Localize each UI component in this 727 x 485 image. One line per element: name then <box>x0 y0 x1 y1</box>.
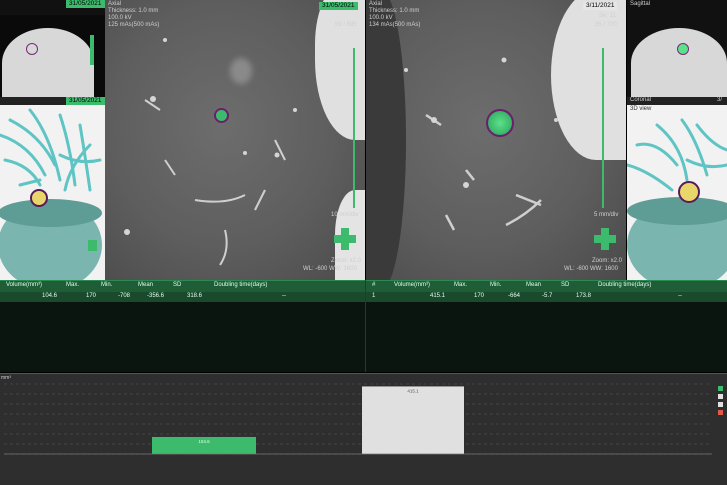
col-volume: Volume(mm³) <box>6 282 43 288</box>
left-table-header: Volume(mm³) Max. Min. Mean SD Doubling t… <box>0 280 365 292</box>
data-label: 104.6 <box>198 439 210 444</box>
lung-vessels <box>404 57 558 231</box>
nodule-marker-icon[interactable] <box>214 108 229 123</box>
slice-index: 59 / 595 <box>335 22 357 28</box>
legend-swatch <box>718 394 723 399</box>
table-row[interactable]: 104.6 170 -708 -356.6 318.6 -- <box>0 292 365 302</box>
legend-swatch <box>718 402 723 407</box>
orientation-cube-icon[interactable] <box>594 228 616 250</box>
view-title: Axial <box>108 1 122 7</box>
table-row[interactable]: 1 415.1 170 -664 -5.7 173.8 -- <box>366 292 727 302</box>
col-doubling: Doubling time(days) <box>598 282 652 288</box>
col-sd: SD <box>561 282 570 288</box>
orientation-cube-icon[interactable] <box>88 240 97 251</box>
chest-silhouette <box>2 28 94 97</box>
thumb-3d-date: 31/05/2021 <box>66 97 105 105</box>
panel-divider <box>365 280 366 372</box>
left-thumbnail-axial[interactable]: 31/05/2021 <box>0 0 105 97</box>
chart-bar[interactable] <box>362 386 464 454</box>
cell-sd: 318.6 <box>187 293 203 299</box>
right-table-header: # Volume(mm³) Max. Min. Mean SD Doubling… <box>366 280 727 292</box>
right-thumbnail-3d[interactable]: Coronal 3/ 3D view <box>627 97 727 280</box>
vessel-3d-render <box>627 118 727 280</box>
col-index: # <box>372 282 376 288</box>
kv-label: 100.0 kV <box>369 15 393 21</box>
legend-swatch <box>718 386 723 391</box>
scale-label: 5 mm/div <box>594 212 619 218</box>
scale-ruler <box>602 48 604 208</box>
nodule-marker-icon <box>26 43 38 55</box>
zoom-label: Zoom: x2.0 <box>331 258 362 264</box>
series-label: Se: 11 <box>599 13 616 19</box>
cell-volume: 415.1 <box>430 293 446 299</box>
cell-volume: 104.6 <box>42 293 58 299</box>
study-date: 3/11/2021 <box>583 2 618 10</box>
scroll-indicator[interactable] <box>90 35 94 65</box>
cell-min: -664 <box>508 293 521 299</box>
slice-index: 35 / 720 <box>595 22 617 28</box>
mas-label: 134 mAs(500 mAs) <box>369 22 421 28</box>
volume-chart-panel: mm³ 104.6 415.1 <box>0 373 727 485</box>
col-mean: Mean <box>138 282 154 288</box>
cell-max: 170 <box>86 293 97 299</box>
thickness-label: Thickness: 1.0 mm <box>108 8 159 14</box>
lung-vessels <box>124 38 297 266</box>
thumb-index: 3/ <box>717 97 723 103</box>
col-max: Max. <box>454 282 468 288</box>
zoom-label: Zoom: x2.0 <box>592 258 623 264</box>
cell-doubling: -- <box>678 293 682 299</box>
cell-index: 1 <box>372 293 376 299</box>
col-doubling: Doubling time(days) <box>214 282 268 288</box>
view-title: Sagittal <box>630 1 651 7</box>
right-thumbnail-sagittal[interactable]: Sagittal <box>627 0 727 97</box>
col-mean: Mean <box>526 282 542 288</box>
scale-label: 10 mm/div <box>331 212 359 218</box>
left-table-body <box>0 302 365 372</box>
thumb-date: 31/05/2021 <box>66 0 105 8</box>
col-max: Max. <box>66 282 80 288</box>
col-sd: SD <box>173 282 182 288</box>
mas-label: 125 mAs(500 mAs) <box>108 22 160 28</box>
legend-swatch <box>718 410 723 415</box>
window-level-label: WL: -600 WW: 1600 <box>303 266 357 272</box>
study-date: 31/05/2021 <box>319 2 358 10</box>
orientation-cube-icon[interactable] <box>334 228 356 250</box>
data-label: 415.1 <box>407 388 419 393</box>
view-title: Axial <box>369 1 383 7</box>
nodule-marker-icon <box>677 43 689 55</box>
cell-doubling: -- <box>282 293 286 299</box>
thickness-label: Thickness: 1.0 mm <box>369 8 420 14</box>
col-min: Min. <box>101 282 113 288</box>
right-table-body <box>366 302 727 372</box>
col-volume: Volume(mm³) <box>394 282 431 288</box>
kv-label: 100.0 kV <box>108 15 132 21</box>
cell-sd: 173.8 <box>576 293 592 299</box>
left-axial-view[interactable]: Axial Thickness: 1.0 mm 100.0 kV 125 mAs… <box>105 0 365 280</box>
right-axial-view[interactable]: Axial Thickness: 1.0 mm 100.0 kV 134 mAs… <box>366 0 626 280</box>
nodule-marker-icon[interactable] <box>486 109 514 137</box>
cell-max: 170 <box>474 293 485 299</box>
col-min: Min. <box>490 282 502 288</box>
vessel-3d-render <box>0 108 102 280</box>
coronal-label: Coronal <box>630 97 652 103</box>
cell-min: -708 <box>118 293 131 299</box>
window-level-label: WL: -600 WW: 1600 <box>564 266 618 272</box>
volume-bar-chart: 104.6 415.1 <box>4 383 712 455</box>
scale-ruler <box>353 48 355 208</box>
left-thumbnail-3d[interactable]: 31/05/2021 <box>0 97 105 280</box>
chest-silhouette <box>631 28 727 97</box>
cell-mean: -356.6 <box>147 293 165 299</box>
cell-mean: -5.7 <box>542 293 553 299</box>
